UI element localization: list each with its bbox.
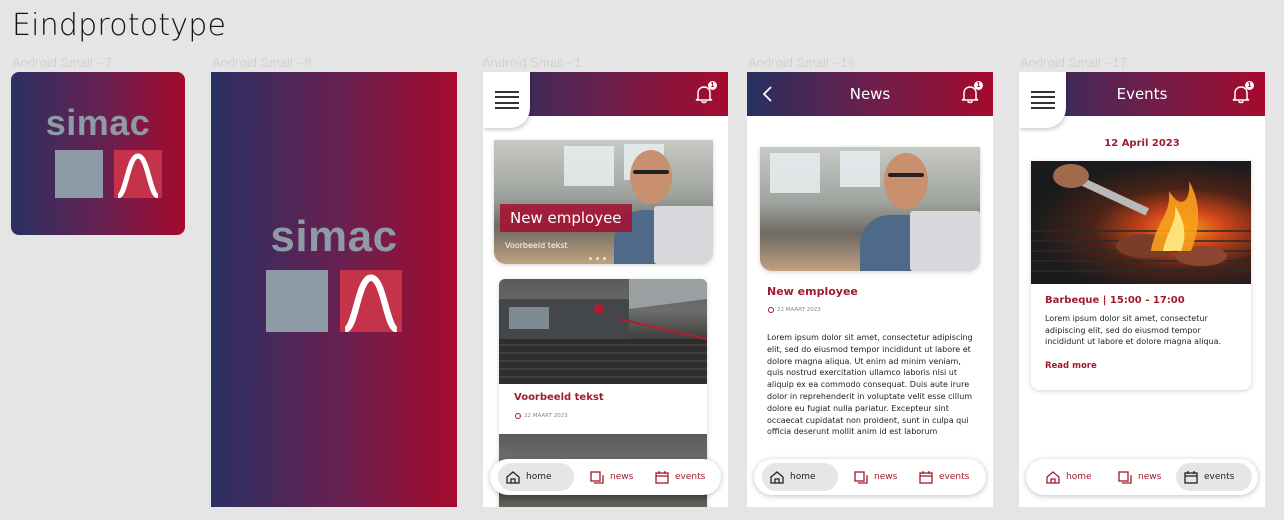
nav-events-label: events [939, 472, 970, 482]
news-card-date-text: 22 MAART 2023 [524, 413, 568, 419]
nav-news[interactable]: news [846, 463, 905, 491]
splash-icon-frame: simac [11, 72, 185, 235]
calendar-icon [1184, 470, 1198, 484]
news-card-date: 22 MAART 2023 [515, 413, 568, 419]
carousel-dots[interactable] [589, 257, 606, 260]
calendar-icon [919, 470, 933, 484]
home-screen-frame: 1 New employee Voorbeeld tekst Voorbeeld… [483, 72, 728, 507]
event-date-heading: 12 April 2023 [1104, 138, 1180, 149]
article-date: 22 MAART 2023 [768, 307, 821, 313]
nav-home-label: home [790, 472, 816, 482]
news-card-title: Voorbeeld tekst [514, 392, 604, 403]
featured-caption: Voorbeeld tekst [505, 241, 568, 250]
frame-label-16: Android Small - 16 [748, 55, 855, 70]
home-icon [770, 470, 784, 484]
notifications-button[interactable]: 1 [694, 81, 717, 104]
notification-badge: 1 [708, 81, 717, 90]
nav-home-label: home [526, 472, 552, 482]
article-photo-card [760, 147, 980, 271]
nav-home[interactable]: home [498, 463, 574, 491]
nav-home-label: home [1066, 472, 1092, 482]
hamburger-icon [1030, 91, 1055, 109]
home-icon [1046, 470, 1060, 484]
event-description: Lorem ipsum dolor sit amet, consectetur … [1045, 314, 1222, 346]
logo-grey-square [55, 150, 103, 198]
nav-events[interactable]: events [1176, 463, 1252, 491]
nav-news[interactable]: news [1110, 463, 1169, 491]
frame-label-7: Android Small - 7 [12, 55, 112, 70]
read-more-link[interactable]: Read more [1045, 361, 1097, 371]
nav-news[interactable]: news [582, 463, 641, 491]
news-icon [1118, 470, 1132, 484]
logo-wave-square [114, 150, 162, 198]
notifications-button[interactable]: 1 [960, 81, 983, 104]
menu-button[interactable] [1019, 72, 1066, 128]
notifications-button[interactable]: 1 [1231, 81, 1254, 104]
news-detail-frame: News 1 New employee 22 MAART 2023 Lorem … [747, 72, 993, 507]
events-frame: Events 1 12 April 2023 Barbeque | 15:00 … [1019, 72, 1265, 507]
news-icon [854, 470, 868, 484]
simac-logo-text: simac [270, 212, 398, 261]
notification-badge: 1 [974, 81, 983, 90]
nav-events[interactable]: events [647, 463, 713, 491]
event-card[interactable]: Barbeque | 15:00 - 17:00 Lorem ipsum dol… [1031, 161, 1251, 390]
logo-grey-square [266, 270, 328, 332]
article-title: New employee [767, 285, 858, 298]
header-title: News [849, 85, 891, 103]
simac-logo-text: simac [45, 102, 151, 143]
frame-label-8: Android Small - 8 [212, 55, 312, 70]
featured-title: New employee [500, 204, 632, 232]
calendar-icon [655, 470, 669, 484]
news-icon [590, 470, 604, 484]
nav-events-label: events [675, 472, 706, 482]
event-photo [1031, 161, 1251, 284]
featured-news-card[interactable]: New employee Voorbeeld tekst [494, 140, 713, 264]
article-date-text: 22 MAART 2023 [777, 307, 821, 313]
nav-news-label: news [1138, 472, 1162, 482]
notification-badge: 1 [1245, 81, 1254, 90]
bottom-navigation: home news events [490, 459, 721, 495]
logo-wave-square [340, 270, 402, 332]
news-card-photo [499, 279, 707, 384]
clock-icon [768, 307, 774, 313]
bottom-navigation: home news events [754, 459, 986, 495]
event-title: Barbeque | 15:00 - 17:00 [1045, 295, 1185, 306]
article-body: Lorem ipsum dolor sit amet, consectetur … [767, 333, 973, 437]
home-icon [506, 470, 520, 484]
nav-home[interactable]: home [1038, 463, 1100, 491]
clock-icon [515, 413, 521, 419]
top-bar: News 1 [747, 72, 993, 116]
nav-news-label: news [874, 472, 898, 482]
page-title: Eindprototype [12, 8, 227, 43]
article-photo [760, 147, 980, 271]
hamburger-icon [494, 91, 519, 109]
frame-label-1: Android Small - 1 [482, 55, 582, 70]
frame-label-17: Android Small - 17 [1020, 55, 1127, 70]
nav-events[interactable]: events [911, 463, 977, 491]
nav-news-label: news [610, 472, 634, 482]
nav-events-label: events [1204, 472, 1235, 482]
splash-screen-frame: simac [211, 72, 457, 507]
nav-home[interactable]: home [762, 463, 838, 491]
menu-button[interactable] [483, 72, 530, 128]
bottom-navigation: home news events [1026, 459, 1258, 495]
